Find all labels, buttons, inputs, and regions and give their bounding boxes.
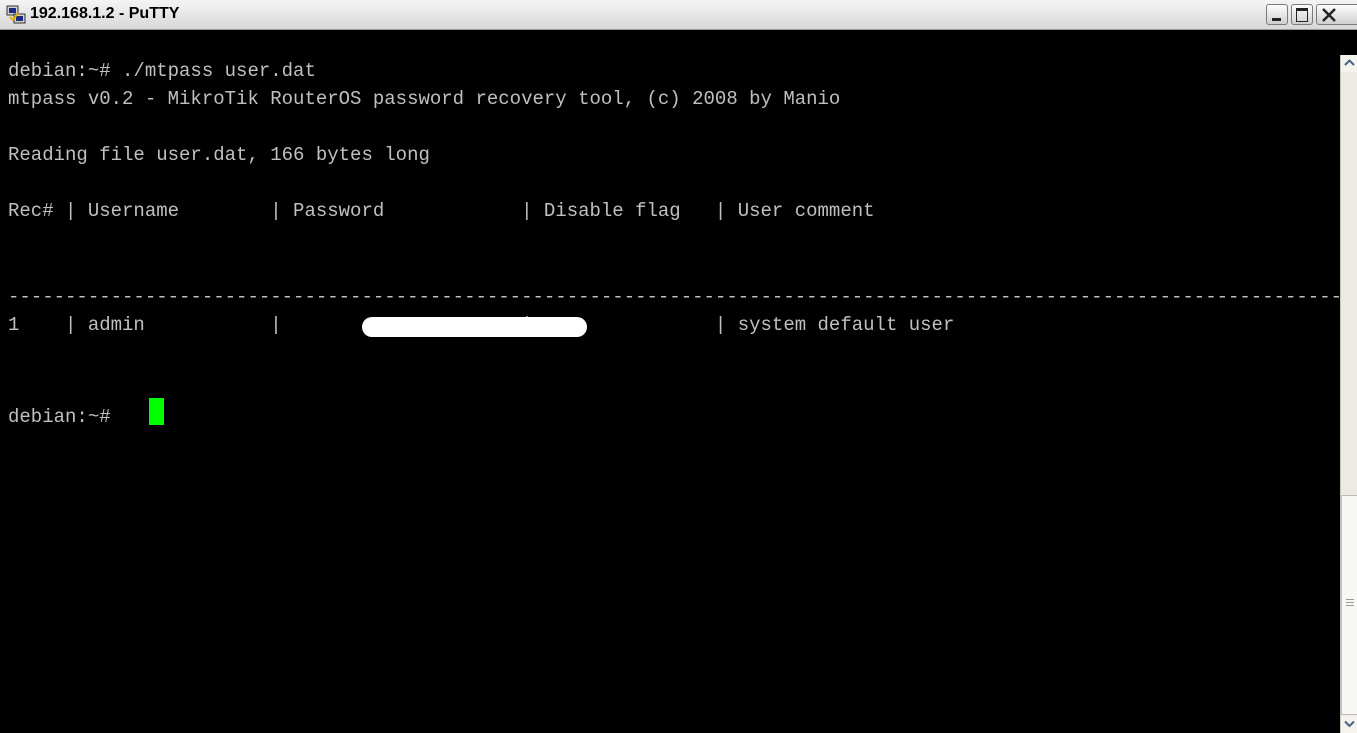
close-icon bbox=[1322, 8, 1336, 22]
terminal-line-reading: Reading file user.dat, 166 bytes long bbox=[8, 144, 430, 166]
password-redaction bbox=[362, 317, 587, 337]
close-button[interactable] bbox=[1316, 4, 1357, 25]
chevron-up-icon bbox=[1344, 59, 1355, 66]
terminal-screen[interactable]: debian:~# ./mtpass user.dat mtpass v0.2 … bbox=[0, 30, 1340, 733]
vertical-scrollbar[interactable] bbox=[1340, 55, 1357, 733]
scroll-up-button[interactable] bbox=[1341, 55, 1357, 72]
minimize-button[interactable] bbox=[1266, 4, 1288, 25]
chevron-down-icon bbox=[1344, 720, 1355, 728]
grip-icon bbox=[1346, 599, 1354, 606]
putty-window: 192.168.1.2 - PuTTY debian:~# ./mtpass u… bbox=[0, 0, 1357, 733]
terminal-cursor bbox=[149, 398, 164, 425]
terminal-line-header: Rec# | Username | Password | Disable fla… bbox=[8, 200, 875, 222]
scroll-down-button[interactable] bbox=[1341, 716, 1357, 733]
terminal-line-command: debian:~# ./mtpass user.dat bbox=[8, 60, 316, 82]
putty-icon[interactable] bbox=[6, 5, 26, 25]
terminal-line-banner: mtpass v0.2 - MikroTik RouterOS password… bbox=[8, 88, 841, 110]
terminal-line-prompt: debian:~# bbox=[8, 406, 123, 428]
terminal-line-separator: ----------------------------------------… bbox=[8, 286, 1340, 308]
scroll-thumb[interactable] bbox=[1341, 495, 1357, 715]
window-title: 192.168.1.2 - PuTTY bbox=[30, 5, 180, 22]
title-bar[interactable]: 192.168.1.2 - PuTTY bbox=[0, 0, 1357, 30]
maximize-button[interactable] bbox=[1291, 4, 1313, 25]
